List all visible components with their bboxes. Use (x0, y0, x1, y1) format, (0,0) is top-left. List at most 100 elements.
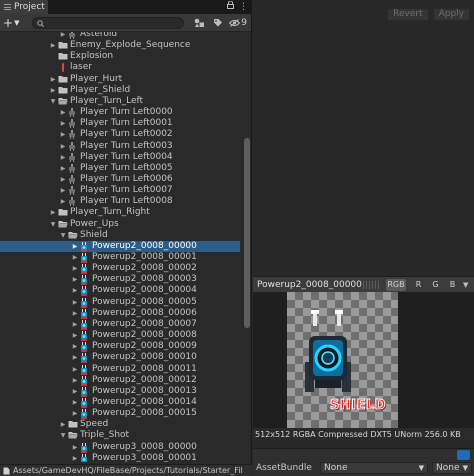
tree-item[interactable]: ▶ Powerup2_0008_00006 (0, 308, 240, 319)
chevron-right-icon[interactable]: ▶ (71, 375, 79, 386)
tree-item[interactable]: ▶ Player Turn Left0004 (0, 152, 240, 163)
chevron-right-icon[interactable]: ▶ (59, 174, 67, 185)
tree-item[interactable]: ▶ Powerup2_0008_00008 (0, 330, 240, 342)
chevron-right-icon[interactable]: ▶ (59, 152, 67, 163)
tree-item[interactable]: ▼ Player_Turn_Left (0, 96, 240, 107)
search-by-label-icon[interactable] (211, 17, 224, 30)
tree-item[interactable]: ▶ Asteroid (0, 32, 240, 40)
tree-item[interactable]: ▶ Powerup3_0008_00001 (0, 453, 240, 462)
chevron-down-icon[interactable]: ▼ (59, 430, 67, 441)
tree-item-label: Powerup2_0008_00003 (92, 274, 197, 285)
chevron-right-icon[interactable]: ▶ (71, 285, 79, 296)
tree-item[interactable]: ▶ Player Turn Left0001 (0, 118, 240, 129)
chevron-right-icon[interactable]: ▶ (59, 129, 67, 140)
tree-item[interactable]: ▶ Powerup2_0008_00003 (0, 274, 240, 286)
tab-project[interactable]: Project (0, 0, 48, 14)
chevron-right-icon[interactable]: ▶ (71, 453, 79, 462)
chevron-right-icon[interactable]: ▶ (71, 252, 79, 263)
revert-button[interactable]: Revert (387, 8, 429, 21)
chevron-right-icon[interactable]: ▶ (71, 308, 79, 319)
chevron-right-icon[interactable]: ▶ (49, 40, 57, 51)
tree-item[interactable]: ▼ Shield (0, 230, 240, 241)
tree-item[interactable]: ▶ Powerup2_0008_00009 (0, 341, 240, 353)
channel-rgb-button[interactable]: RGB (386, 279, 406, 291)
tree-item[interactable]: ▶ Player Turn Left0008 (0, 196, 240, 207)
tree-item[interactable]: ▶ Powerup2_0008_00014 (0, 397, 240, 408)
tree-item[interactable]: ▶ Powerup2_0008_00010 (0, 352, 240, 364)
chevron-right-icon[interactable]: ▶ (59, 419, 67, 430)
search-field[interactable] (32, 17, 184, 29)
tree-item[interactable]: ▶ Powerup2_0008_00012 (0, 375, 240, 386)
tree-item[interactable]: ▶ Player Turn Left0000 (0, 107, 240, 118)
chevron-right-icon[interactable]: ▶ (59, 107, 67, 118)
chevron-right-icon[interactable]: ▶ (71, 352, 79, 363)
chevron-right-icon[interactable]: ▶ (71, 241, 79, 252)
tree-item[interactable]: ▶ Powerup2_0008_00001 (0, 252, 240, 263)
tree-item[interactable]: ▶ Powerup2_0008_00000 (0, 240, 240, 252)
tree-item[interactable]: ▶ Powerup2_0008_00011 (0, 364, 240, 375)
asset-bundle-variant-dropdown[interactable]: None ▼ (432, 462, 472, 474)
chevron-down-icon[interactable]: ▼ (49, 219, 57, 230)
tree-item[interactable]: ▶ Powerup2_0008_00015 (0, 408, 240, 420)
preview-options-dropdown[interactable]: ▼ (463, 279, 473, 291)
apply-button[interactable]: Apply (432, 8, 470, 21)
tree-item[interactable]: ▶ Powerup2_0008_00004 (0, 285, 240, 297)
channel-r-button[interactable]: R (410, 279, 427, 291)
tree-item[interactable]: ▶ Speed (0, 419, 240, 430)
tree-item[interactable]: ▶ Player Turn Left0006 (0, 174, 240, 185)
chevron-right-icon[interactable]: ▶ (49, 85, 57, 96)
chevron-right-icon[interactable]: ▶ (71, 319, 79, 330)
search-by-type-icon[interactable] (193, 17, 206, 30)
chevron-right-icon[interactable]: ▶ (59, 185, 67, 196)
chevron-down-icon[interactable]: ▼ (49, 96, 57, 107)
tree-item[interactable]: ▶ Player Turn Left0007 (0, 185, 240, 196)
tree-item[interactable]: ▶ Enemy_Explode_Sequence (0, 40, 240, 51)
powerup-icon (80, 442, 90, 453)
tree-item[interactable]: ▶ Powerup2_0008_00002 (0, 263, 240, 275)
channel-g-button[interactable]: G (427, 279, 444, 291)
chevron-right-icon[interactable]: ▶ (71, 386, 79, 397)
tree-item[interactable]: ▶ Player_Turn_Right (0, 207, 240, 218)
lock-icon[interactable] (227, 0, 234, 14)
tree-scrollbar[interactable] (243, 32, 251, 464)
create-button[interactable]: + ▼ (3, 16, 25, 30)
chevron-right-icon[interactable]: ▶ (71, 297, 79, 308)
chevron-right-icon[interactable]: ▶ (71, 364, 79, 375)
scrollbar-thumb[interactable] (244, 138, 250, 328)
chevron-down-icon[interactable]: ▼ (59, 230, 67, 241)
tree-item[interactable]: ▶ Player_Hurt (0, 74, 240, 85)
channel-b-button[interactable]: B (444, 279, 461, 291)
kebab-menu-icon[interactable]: ⋮ (239, 0, 248, 14)
resize-grip-icon[interactable] (363, 281, 381, 289)
tree-item[interactable]: laser (0, 62, 240, 73)
tree-item[interactable]: ▶ Player Turn Left0002 (0, 129, 240, 140)
chevron-right-icon[interactable]: ▶ (71, 442, 79, 453)
chevron-right-icon[interactable]: ▶ (71, 263, 79, 274)
chevron-right-icon[interactable]: ▶ (71, 341, 79, 352)
chevron-right-icon[interactable]: ▶ (59, 196, 67, 207)
tree-item[interactable]: ▼ Triple_Shot (0, 430, 240, 441)
powerup-icon (80, 341, 90, 353)
chevron-right-icon[interactable]: ▶ (71, 274, 79, 285)
tree-item[interactable]: ▶ Player Turn Left0005 (0, 163, 240, 174)
chevron-right-icon[interactable]: ▶ (71, 408, 79, 419)
tree-item[interactable]: Explosion (0, 51, 240, 62)
tree-item[interactable]: ▶ Powerup3_0008_00000 (0, 442, 240, 453)
tree-item[interactable]: ▶ Powerup2_0008_00013 (0, 386, 240, 397)
tree-item[interactable]: ▶ Player_Shield (0, 85, 240, 96)
chevron-right-icon[interactable]: ▶ (59, 163, 67, 174)
chevron-right-icon[interactable]: ▶ (49, 207, 57, 218)
tree-item[interactable]: ▶ Powerup2_0008_00007 (0, 319, 240, 330)
tree-item[interactable]: ▶ Player Turn Left0003 (0, 141, 240, 152)
chevron-right-icon[interactable]: ▶ (71, 397, 79, 408)
asset-bundle-name-dropdown[interactable]: None ▼ (320, 462, 428, 474)
chevron-right-icon[interactable]: ▶ (49, 74, 57, 85)
tree-item[interactable]: ▶ Powerup2_0008_00005 (0, 297, 240, 308)
search-input[interactable] (47, 18, 179, 28)
hidden-packages-toggle[interactable]: 9 (229, 17, 247, 30)
tree-item[interactable]: ▼ Power_Ups (0, 219, 240, 230)
chevron-right-icon[interactable]: ▶ (59, 118, 67, 129)
chevron-right-icon[interactable]: ▶ (59, 141, 67, 152)
chevron-right-icon[interactable]: ▶ (59, 32, 67, 40)
chevron-right-icon[interactable]: ▶ (71, 330, 79, 341)
